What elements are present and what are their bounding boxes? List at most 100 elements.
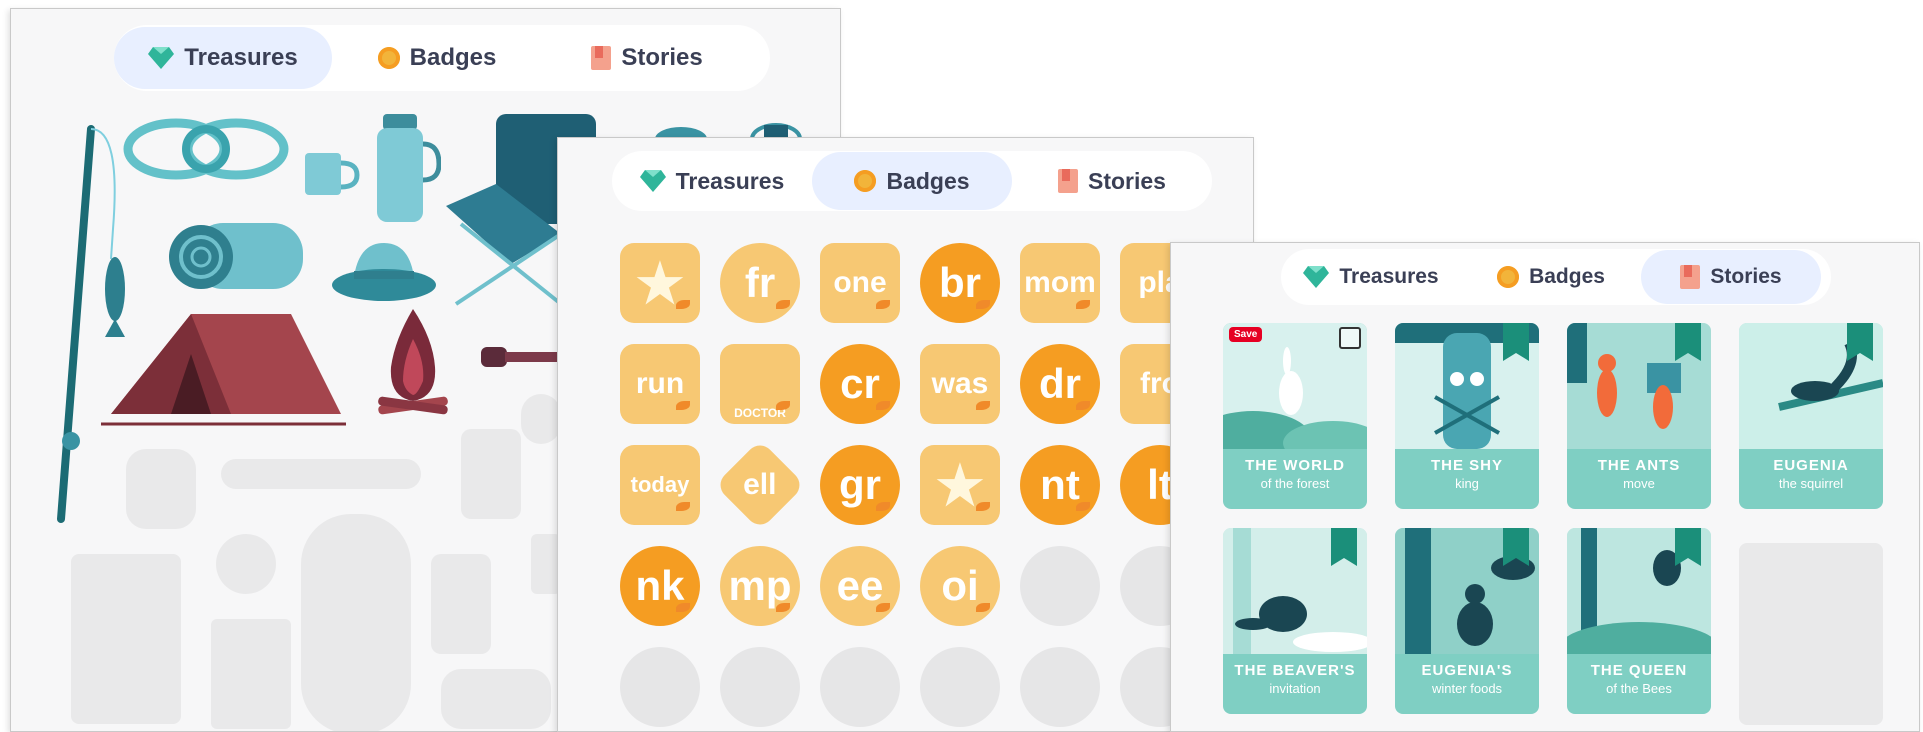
story-illustration [1223,528,1367,654]
leaf-icon [676,401,690,410]
coin-icon [377,47,400,69]
story-title: EUGENIA'S [1421,662,1513,679]
tab-badges[interactable]: Badges [332,27,542,89]
tab-stories[interactable]: Stories [1012,152,1212,210]
locked-leaf-silhouette [216,534,276,594]
story-subtitle: winter foods [1431,681,1503,696]
story-card-eugenia-squirrel[interactable]: EUGENIA the squirrel [1739,323,1883,509]
tab-treasures[interactable]: Treasures [612,152,812,210]
badge-label: nt [1040,461,1080,508]
bookmark-ribbon [1503,323,1529,361]
locked-signpost-silhouette [71,554,181,724]
badge-label: mom [1024,266,1096,299]
story-card-queen-of-bees[interactable]: THE QUEEN of the Bees [1567,528,1711,714]
badge-label: today [630,472,690,497]
tab-bar: Treasures Badges Stories [612,151,1212,211]
book-icon [591,46,612,70]
badge-doctor[interactable]: DOCTOR [720,344,800,424]
leaf-icon [676,603,690,612]
locked-badge [1020,647,1100,727]
leaf-icon [676,300,690,309]
story-title: THE SHY [1430,457,1503,474]
badge-label: ell [743,467,777,501]
story-illustration [1739,323,1883,449]
badge-ell[interactable]: ell [714,439,806,531]
badge-was[interactable]: was [920,344,1000,424]
story-card-ants-move[interactable]: THE ANTS move [1567,323,1711,509]
stories-panel: Treasures Badges Stories Save THE WORLD o… [1170,242,1920,732]
leaf-icon [876,603,890,612]
mug-illustration [305,153,360,195]
bookmark-ribbon [1331,528,1357,566]
badge-oi[interactable]: oi [920,546,1000,626]
leaf-icon [676,502,690,511]
tab-badges[interactable]: Badges [1461,250,1641,304]
badge-star[interactable]: ★ [920,445,1000,525]
badge-ee[interactable]: ee [820,546,900,626]
book-icon [1680,265,1701,289]
tab-bar: Treasures Badges Stories [114,25,770,91]
badge-label: cr [840,360,880,407]
badge-label: one [833,266,887,299]
tab-badges[interactable]: Badges [812,152,1012,210]
story-subtitle: of the forest [1260,476,1330,491]
story-card-eugenias-winter-foods[interactable]: EUGENIA'S winter foods [1395,528,1539,714]
badge-cr[interactable]: cr [820,344,900,424]
tab-treasures[interactable]: Treasures [114,27,332,89]
diamond-icon [148,47,175,69]
leaf-icon [776,300,790,309]
locked-axe-silhouette [461,429,521,519]
story-card-shy-king[interactable]: THE SHY king [1395,323,1539,509]
badge-label: was [931,367,989,400]
tab-stories[interactable]: Stories [542,27,752,89]
coin-icon [1497,266,1520,288]
leaf-icon [1076,502,1090,511]
locked-binoculars-silhouette [126,449,196,529]
badge-mp[interactable]: mp [720,546,800,626]
badge-star[interactable]: ★ [620,243,700,323]
badge-label: run [635,367,685,400]
leaf-icon [876,300,890,309]
story-card-world-of-forest[interactable]: Save THE WORLD of the forest [1223,323,1367,509]
rope-illustration [123,118,289,180]
locked-mushroom-silhouette [521,394,561,444]
tab-stories[interactable]: Stories [1641,250,1821,304]
story-illustration [1395,528,1539,654]
badge-nt[interactable]: nt [1020,445,1100,525]
story-illustration [1567,323,1711,449]
locked-shovel-silhouette [221,459,421,489]
badge-br[interactable]: br [920,243,1000,323]
locked-story-placeholder [1739,543,1883,725]
badge-one[interactable]: one [820,243,900,323]
badge-dr[interactable]: dr [1020,344,1100,424]
pinterest-save-button[interactable]: Save [1229,327,1263,342]
badge-label: br [939,259,981,306]
story-card-beavers-invitation[interactable]: THE BEAVER'S invitation [1223,528,1367,714]
badge-label: lt [1147,461,1173,508]
bookmark-ribbon [1847,323,1873,361]
diamond-icon [1303,266,1330,288]
story-illustration [1567,528,1711,654]
bookmark-ribbon [1503,528,1529,566]
locked-badge [720,647,800,727]
thermos-illustration [377,114,441,222]
leaf-icon [776,603,790,612]
badge-label: nk [635,562,685,609]
tab-treasures[interactable]: Treasures [1281,250,1461,304]
badge-today[interactable]: today [620,445,700,525]
badge-label: ee [836,562,884,609]
badge-nk[interactable]: nk [620,546,700,626]
story-title: THE BEAVER'S [1234,662,1356,679]
bookmark-ribbon [1675,323,1701,361]
story-illustration [1395,323,1539,449]
leaf-icon [976,603,990,612]
badge-run[interactable]: run [620,344,700,424]
badge-fr[interactable]: fr [720,243,800,323]
locked-boots-silhouette [441,669,551,729]
badge-gr[interactable]: gr [820,445,900,525]
leaf-icon [976,502,990,511]
visual-search-icon[interactable] [1339,327,1361,349]
badge-mom[interactable]: mom [1020,243,1100,323]
leaf-icon [976,401,990,410]
leaf-icon [876,502,890,511]
